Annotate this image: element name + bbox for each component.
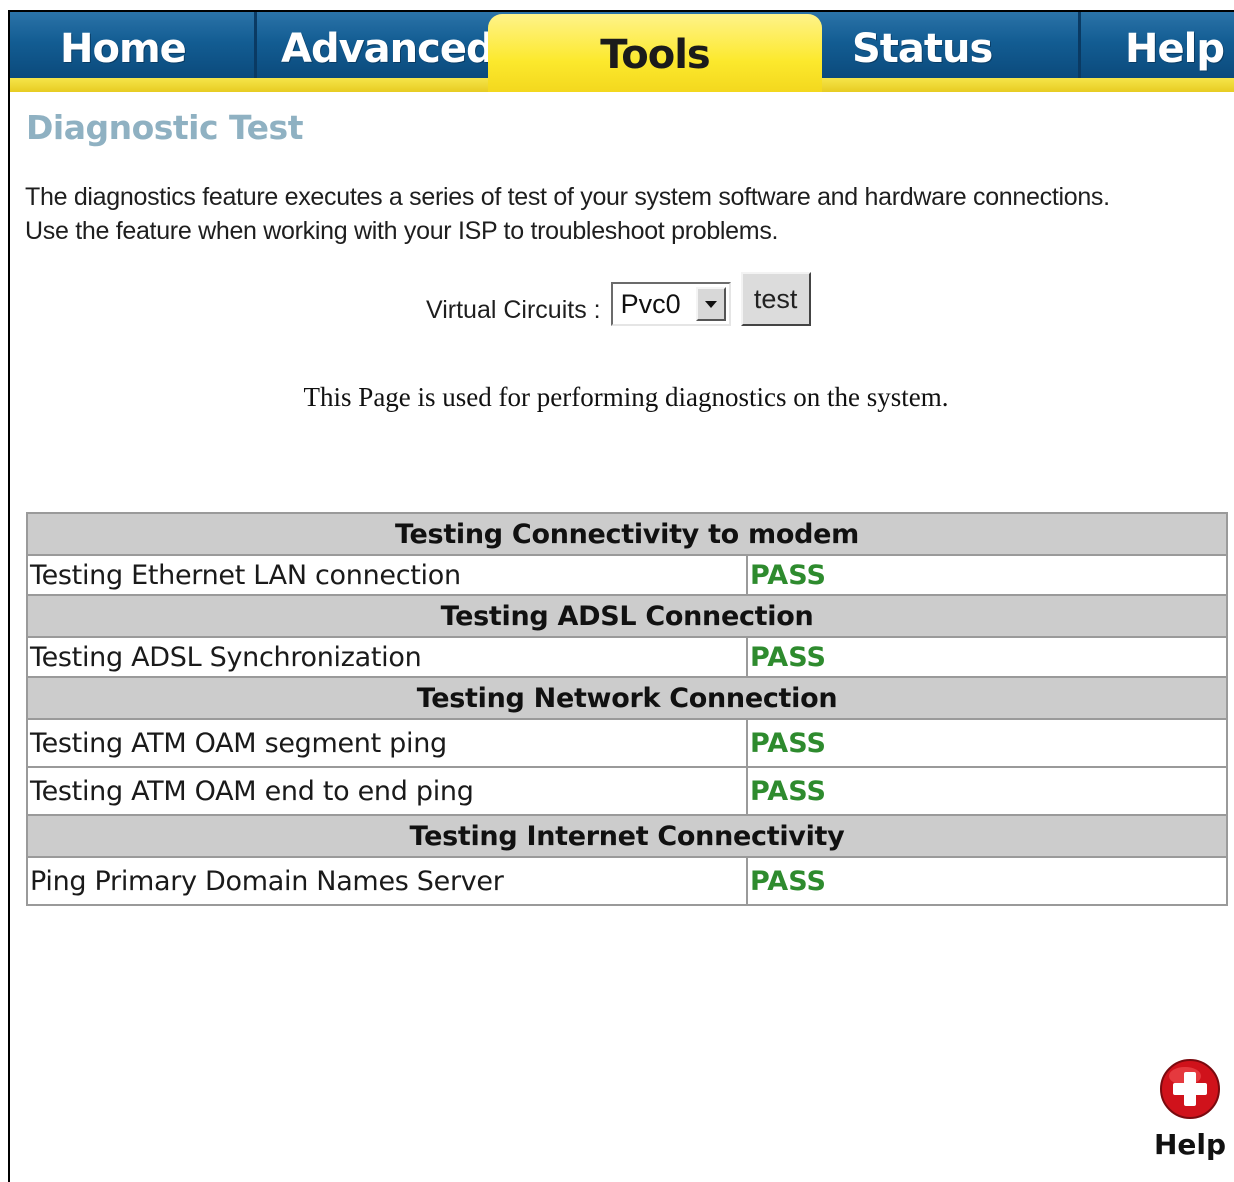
table-row: Testing ATM OAM segment ping PASS bbox=[28, 720, 1226, 768]
test-name: Testing ATM OAM end to end ping bbox=[28, 768, 748, 816]
virtual-circuits-select[interactable]: Pvc0 bbox=[610, 282, 731, 326]
test-name: Testing Ethernet LAN connection bbox=[28, 556, 748, 596]
test-name: Ping Primary Domain Names Server bbox=[28, 858, 748, 904]
page-description: The diagnostics feature executes a serie… bbox=[25, 183, 1110, 245]
chevron-down-icon[interactable] bbox=[695, 287, 726, 321]
diagnostic-results-table: Testing Connectivity to modem Testing Et… bbox=[26, 512, 1228, 906]
section-header-row: Testing Network Connection bbox=[28, 678, 1226, 720]
section-header-row: Testing Connectivity to modem bbox=[28, 514, 1226, 556]
section-title: Testing Network Connection bbox=[28, 678, 1226, 720]
test-result: PASS bbox=[748, 638, 1226, 678]
test-name: Testing ATM OAM segment ping bbox=[28, 720, 748, 768]
section-header-row: Testing ADSL Connection bbox=[28, 596, 1226, 638]
tab-home-label: Home bbox=[60, 26, 187, 72]
section-title: Testing Internet Connectivity bbox=[28, 816, 1226, 858]
virtual-circuits-row: Virtual Circuits : Pvc0 test bbox=[426, 272, 811, 326]
tab-home[interactable]: Home bbox=[10, 12, 254, 78]
table-row: Testing ATM OAM end to end ping PASS bbox=[28, 768, 1226, 816]
test-result: PASS bbox=[748, 556, 1226, 596]
plus-circle-icon[interactable] bbox=[1159, 1058, 1221, 1120]
test-button[interactable]: test bbox=[740, 272, 811, 326]
tab-advanced-label: Advanced bbox=[281, 26, 488, 72]
section-header-row: Testing Internet Connectivity bbox=[28, 816, 1226, 858]
test-result: PASS bbox=[748, 768, 1226, 816]
tab-tools-label: Tools bbox=[600, 32, 710, 78]
tab-status-label: Status bbox=[852, 26, 993, 72]
virtual-circuits-selected-value: Pvc0 bbox=[620, 288, 681, 319]
section-title: Testing ADSL Connection bbox=[28, 596, 1226, 638]
tab-advanced[interactable]: Advanced bbox=[254, 12, 488, 78]
test-name: Testing ADSL Synchronization bbox=[28, 638, 748, 678]
table-row: Testing ADSL Synchronization PASS bbox=[28, 638, 1226, 678]
tab-help-label: Help bbox=[1125, 26, 1225, 72]
help-link[interactable]: Help bbox=[1152, 1058, 1228, 1161]
page-title: Diagnostic Test bbox=[26, 108, 303, 147]
help-label[interactable]: Help bbox=[1152, 1128, 1228, 1161]
section-title: Testing Connectivity to modem bbox=[28, 514, 1226, 556]
tab-help[interactable]: Help bbox=[1078, 12, 1234, 78]
tab-status[interactable]: Status bbox=[822, 12, 1078, 78]
tab-tools[interactable]: Tools bbox=[488, 14, 822, 92]
table-row: Ping Primary Domain Names Server PASS bbox=[28, 858, 1226, 904]
virtual-circuits-label: Virtual Circuits : bbox=[426, 295, 601, 324]
test-result: PASS bbox=[750, 865, 826, 897]
test-result: PASS bbox=[748, 720, 1226, 768]
table-row: Testing Ethernet LAN connection PASS bbox=[28, 556, 1226, 596]
page-note: This Page is used for performing diagnos… bbox=[303, 382, 949, 412]
